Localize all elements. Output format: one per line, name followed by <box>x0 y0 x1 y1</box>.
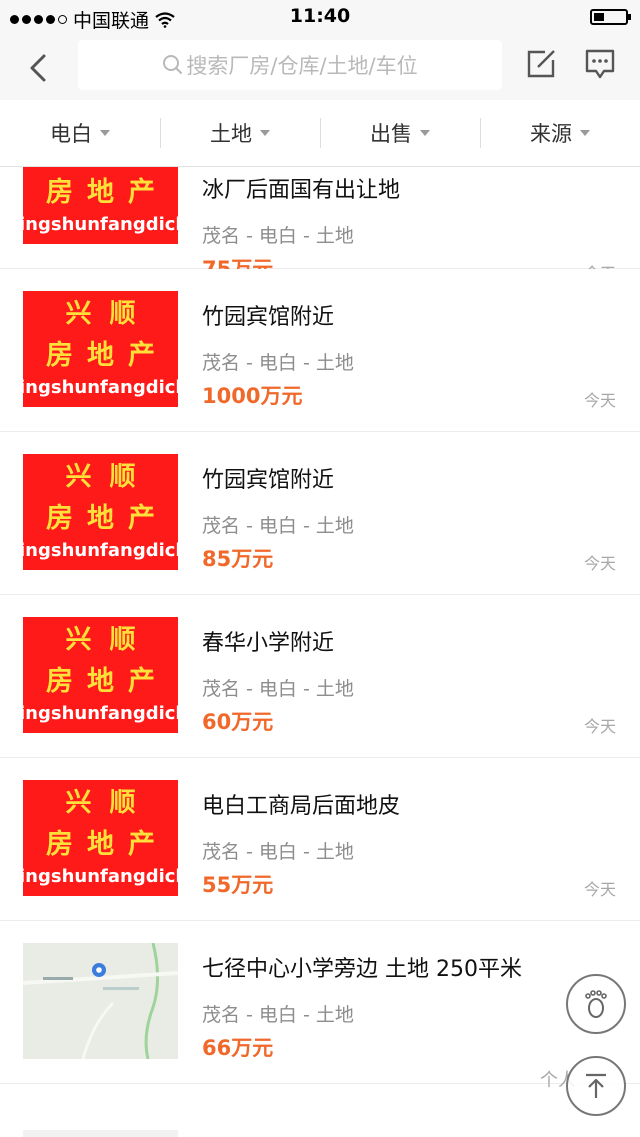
listing-thumbnail: 兴顺 房地产 ingshunfangdicha <box>23 780 178 896</box>
listing-thumbnail: 兴顺 房地产 ingshunfangdicha <box>23 291 178 407</box>
filter-type[interactable]: 土地 <box>160 100 320 166</box>
listing-list: 兴顺 房地产 ingshunfangdicha 冰厂后面国有出让地 茂名 - 电… <box>0 128 640 1084</box>
footprint-icon <box>585 990 607 1018</box>
thumb-line1: 兴顺 <box>65 788 154 818</box>
thumb-line2: 房地产 <box>46 503 169 534</box>
thumb-line3: ingshunfangdicha <box>23 703 178 724</box>
map-thumbnail <box>23 943 178 1059</box>
caret-down-icon <box>420 130 430 136</box>
thumb-line1: 兴顺 <box>65 299 154 329</box>
listing-location: 茂名 - 电白 - 土地 <box>202 352 354 374</box>
listing-location: 茂名 - 电白 - 土地 <box>202 841 354 863</box>
search-icon <box>163 55 183 74</box>
nav-bar: 搜索厂房/仓库/土地/车位 <box>0 36 640 100</box>
thumb-line3: ingshunfangdicha <box>23 214 178 235</box>
listing-location: 茂名 - 电白 - 土地 <box>202 225 354 247</box>
caret-down-icon <box>260 130 270 136</box>
search-placeholder: 搜索厂房/仓库/土地/车位 <box>186 54 418 78</box>
search-input[interactable]: 搜索厂房/仓库/土地/车位 <box>78 40 502 90</box>
back-to-top-button[interactable] <box>566 1056 626 1116</box>
listing-title: 七径中心小学旁边 土地 250平米 <box>202 957 522 982</box>
filter-source[interactable]: 来源 <box>480 100 640 166</box>
next-listing-thumbnail <box>23 1130 178 1137</box>
listing-price: 1000万元 <box>202 384 303 408</box>
filter-deal[interactable]: 出售 <box>320 100 480 166</box>
listing-price: 55万元 <box>202 873 274 897</box>
listing-title: 竹园宾馆附近 <box>202 468 335 493</box>
thumb-line3: ingshunfangdicha <box>23 540 178 561</box>
thumb-line2: 房地产 <box>46 177 169 208</box>
thumb-line3: ingshunfangdicha <box>23 377 178 398</box>
listing-price: 85万元 <box>202 547 274 571</box>
thumb-line2: 房地产 <box>46 666 169 697</box>
filter-area[interactable]: 电白 <box>0 100 160 166</box>
map-image <box>23 943 178 1059</box>
listing-title: 春华小学附近 <box>202 631 335 656</box>
status-time: 11:40 <box>289 5 351 27</box>
filter-label: 电白 <box>50 122 92 146</box>
arrow-up-icon <box>586 1073 606 1098</box>
listing-price: 66万元 <box>202 1036 274 1060</box>
thumb-line1: 兴顺 <box>65 625 154 655</box>
filter-bar: 电白 土地 出售 来源 <box>0 100 640 167</box>
listing-title: 竹园宾馆附近 <box>202 305 335 330</box>
filter-label: 出售 <box>370 122 412 146</box>
listing-thumbnail: 兴顺 房地产 ingshunfangdicha <box>23 617 178 733</box>
thumb-line2: 房地产 <box>46 340 169 371</box>
message-icon[interactable] <box>584 48 616 80</box>
listing-location: 茂名 - 电白 - 土地 <box>202 515 354 537</box>
listing-item[interactable]: 七径中心小学旁边 土地 250平米 茂名 - 电白 - 土地 66万元 <box>0 921 640 1084</box>
caret-down-icon <box>100 130 110 136</box>
listing-title: 电白工商局后面地皮 <box>202 794 401 819</box>
listing-date: 今天 <box>583 554 616 573</box>
listing-item[interactable]: 兴顺 房地产 ingshunfangdicha 电白工商局后面地皮 茂名 - 电… <box>0 758 640 921</box>
thumb-line3: ingshunfangdicha <box>23 866 178 887</box>
listing-date: 今天 <box>583 391 616 410</box>
listing-item[interactable]: 兴顺 房地产 ingshunfangdicha 竹园宾馆附近 茂名 - 电白 -… <box>0 269 640 432</box>
thumb-line2: 房地产 <box>46 829 169 860</box>
listing-item[interactable]: 兴顺 房地产 ingshunfangdicha 春华小学附近 茂名 - 电白 -… <box>0 595 640 758</box>
footprint-button[interactable] <box>566 974 626 1034</box>
listing-date: 今天 <box>583 717 616 736</box>
status-bar: 中国联通 11:40 <box>0 0 640 36</box>
battery-icon <box>590 9 631 25</box>
listing-price: 60万元 <box>202 710 274 734</box>
thumb-line1: 兴顺 <box>65 462 154 492</box>
listing-item[interactable]: 兴顺 房地产 ingshunfangdicha 竹园宾馆附近 茂名 - 电白 -… <box>0 432 640 595</box>
listing-title: 冰厂后面国有出让地 <box>202 178 401 203</box>
listing-thumbnail: 兴顺 房地产 ingshunfangdicha <box>23 454 178 570</box>
filter-label: 土地 <box>210 122 252 146</box>
listing-location: 茂名 - 电白 - 土地 <box>202 1004 354 1026</box>
edit-icon[interactable] <box>525 48 557 80</box>
listing-date: 今天 <box>583 880 616 899</box>
back-arrow-icon[interactable] <box>22 50 58 86</box>
caret-down-icon <box>580 130 590 136</box>
listing-location: 茂名 - 电白 - 土地 <box>202 678 354 700</box>
filter-label: 来源 <box>530 122 572 146</box>
